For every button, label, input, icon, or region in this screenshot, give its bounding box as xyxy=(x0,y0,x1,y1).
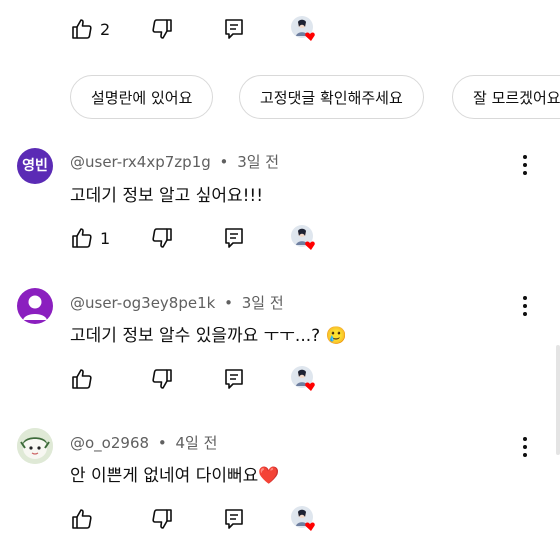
thumbs-down-icon xyxy=(152,509,172,529)
more-vert-icon xyxy=(523,437,527,441)
like-button[interactable]: 2 xyxy=(70,17,110,41)
comment-meta: @user-rx4xp7zp1g • 3일 전 xyxy=(70,151,279,172)
creator-heart[interactable] xyxy=(290,505,318,533)
chip-not-sure[interactable]: 잘 모르겠어요 xyxy=(452,75,560,119)
dislike-button[interactable] xyxy=(150,367,174,391)
dislike-button[interactable] xyxy=(150,507,174,531)
like-count: 1 xyxy=(100,228,111,248)
meta-separator: • xyxy=(219,153,229,171)
comment-text: 고데기 정보 알고 싶어요!!! xyxy=(70,186,264,206)
creator-heart[interactable] xyxy=(290,15,318,43)
thumbs-up-icon xyxy=(72,228,92,248)
thumbs-up-icon xyxy=(72,369,92,389)
comment-time: 4일 전 xyxy=(175,434,218,452)
suggestion-chips: 설명란에 있어요 고정댓글 확인해주세요 잘 모르겠어요 xyxy=(70,75,560,121)
comment-time: 3일 전 xyxy=(237,153,280,171)
more-vert-icon xyxy=(523,155,527,159)
avatar-initials: 영빈 xyxy=(22,158,48,174)
reply-comment-icon xyxy=(225,509,243,529)
avatar[interactable]: 영빈 xyxy=(17,148,53,184)
creator-heart-icon xyxy=(291,366,315,391)
reply-button[interactable] xyxy=(222,507,246,531)
comment-menu-button[interactable] xyxy=(521,296,529,318)
scrollbar[interactable] xyxy=(556,345,560,455)
thumbs-up-icon xyxy=(72,19,92,39)
meta-separator: • xyxy=(157,434,167,452)
reply-comment-icon xyxy=(225,228,243,248)
chip-check-pinned[interactable]: 고정댓글 확인해주세요 xyxy=(239,75,424,119)
reply-button[interactable] xyxy=(222,17,246,41)
reply-button[interactable] xyxy=(222,367,246,391)
thumbs-down-icon xyxy=(152,369,172,389)
creator-heart[interactable] xyxy=(290,224,318,252)
dislike-button[interactable] xyxy=(150,226,174,250)
comment-author[interactable]: @o_o2968 xyxy=(70,434,149,452)
like-button[interactable] xyxy=(70,367,94,391)
character-avatar-icon xyxy=(17,428,53,464)
reply-comment-icon xyxy=(225,369,243,389)
like-count: 2 xyxy=(100,19,111,39)
more-vert-icon xyxy=(523,296,527,300)
comment-time: 3일 전 xyxy=(241,294,284,312)
comment-text: 고데기 정보 알수 있을까요 ㅜㅜ...? 🥲 xyxy=(70,326,347,346)
dislike-button[interactable] xyxy=(150,17,174,41)
creator-heart[interactable] xyxy=(290,365,318,393)
creator-heart-icon xyxy=(291,16,315,41)
meta-separator: • xyxy=(224,294,233,312)
comment-menu-button[interactable] xyxy=(521,437,529,459)
comment-menu-button[interactable] xyxy=(521,155,529,177)
like-button[interactable] xyxy=(70,507,94,531)
avatar[interactable] xyxy=(17,288,53,324)
comment-meta: @o_o2968 • 4일 전 xyxy=(70,432,217,453)
avatar[interactable] xyxy=(17,428,53,464)
comment-author[interactable]: @user-og3ey8pe1k xyxy=(70,294,215,312)
comment-meta: @user-og3ey8pe1k • 3일 전 xyxy=(70,292,284,313)
thumbs-down-icon xyxy=(152,228,172,248)
like-button[interactable]: 1 xyxy=(70,226,110,250)
reply-comment-icon xyxy=(225,19,243,39)
creator-heart-icon xyxy=(291,225,315,250)
chip-in-description[interactable]: 설명란에 있어요 xyxy=(70,75,214,119)
comment-text: 안 이쁜게 없네여 다이뻐요❤️ xyxy=(70,466,280,486)
creator-heart-icon xyxy=(291,506,315,531)
thumbs-down-icon xyxy=(152,19,172,39)
comment-author[interactable]: @user-rx4xp7zp1g xyxy=(70,153,211,171)
thumbs-up-icon xyxy=(72,509,92,529)
default-user-icon xyxy=(23,295,47,320)
reply-button[interactable] xyxy=(222,226,246,250)
